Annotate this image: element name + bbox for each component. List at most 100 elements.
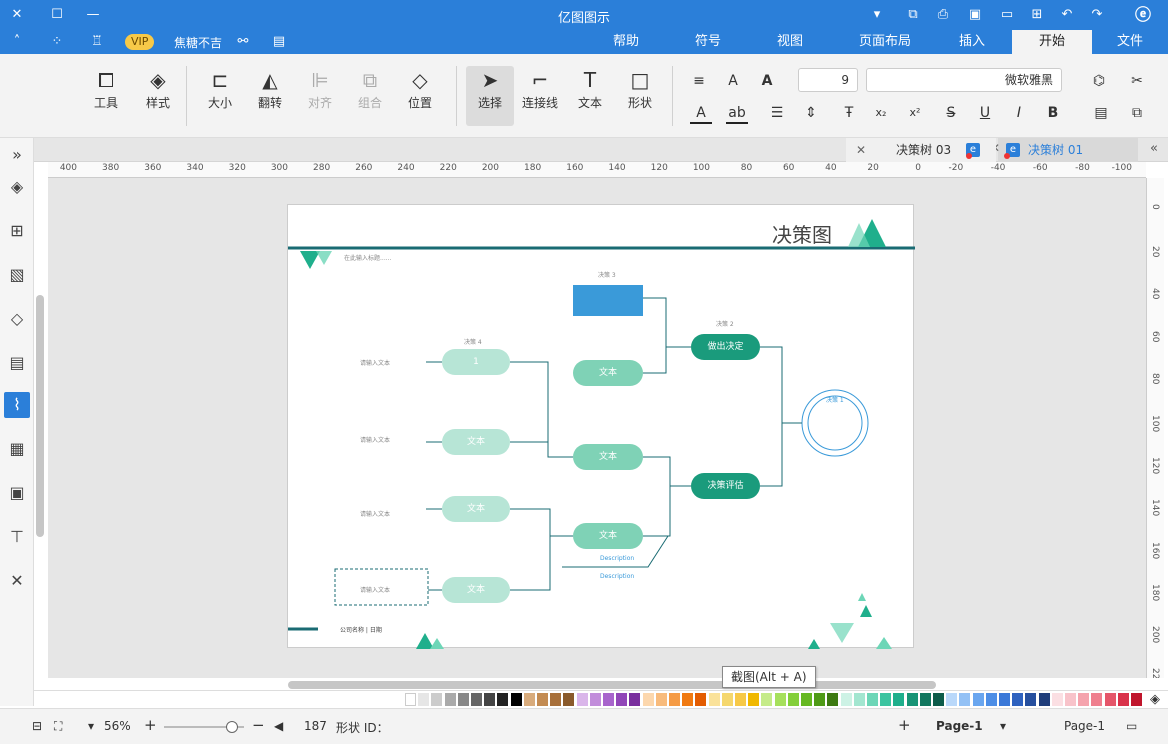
color-swatch[interactable] — [867, 693, 878, 706]
color-swatch[interactable] — [655, 693, 667, 706]
color-swatch[interactable] — [589, 693, 601, 706]
undo-icon[interactable]: ↶ — [1058, 6, 1076, 24]
strikethrough-icon[interactable]: S̶ — [940, 102, 962, 124]
text-node[interactable]: 文本 — [442, 577, 510, 603]
evaluation-node[interactable]: 决策评估 — [691, 473, 760, 499]
color-swatch[interactable] — [1051, 693, 1063, 706]
tab-file[interactable]: 文件 — [1092, 30, 1168, 54]
text-node[interactable]: 文本 — [573, 360, 643, 386]
font-color-icon[interactable]: A — [690, 102, 712, 124]
fill-bucket-icon[interactable]: ◈ — [1150, 692, 1160, 707]
diagram-page[interactable]: 决策图 在此输入标题...... 公司名称 | 日期 决策 1 决策 2 决策 … — [287, 204, 915, 649]
color-swatch[interactable] — [919, 693, 931, 706]
diagram-subtitle[interactable]: 在此输入标题...... — [344, 253, 391, 262]
color-swatch[interactable] — [827, 693, 839, 706]
color-swatch[interactable] — [695, 693, 707, 706]
redo-icon[interactable]: ↷ — [1088, 6, 1106, 24]
style-button[interactable]: ◈ 样式 — [136, 66, 180, 126]
image-icon[interactable]: ▧ — [4, 262, 30, 288]
zoom-out-icon[interactable]: − — [252, 716, 265, 734]
tools-button[interactable]: ⧠ 工具 — [84, 66, 128, 126]
color-swatch[interactable] — [682, 693, 694, 706]
color-swatch[interactable] — [735, 693, 746, 706]
save-icon[interactable]: ▣ — [966, 6, 984, 24]
color-swatch[interactable] — [748, 693, 760, 706]
vertical-scrollbar[interactable] — [36, 295, 44, 537]
minimize-icon[interactable]: — — [84, 6, 102, 24]
color-swatch[interactable] — [444, 693, 456, 706]
color-swatch[interactable] — [721, 693, 733, 706]
underline-icon[interactable]: U — [974, 102, 996, 124]
color-swatch[interactable] — [471, 693, 482, 706]
apps-icon[interactable]: ⁘ — [48, 33, 66, 51]
color-swatch[interactable] — [840, 693, 852, 706]
group-button[interactable]: ⧉ 组合 — [348, 66, 392, 126]
diagram-footer[interactable]: 公司名称 | 日期 — [340, 625, 382, 634]
placeholder-text[interactable]: 请输入文本 — [360, 509, 390, 518]
decrease-font-icon[interactable]: A — [722, 70, 744, 92]
color-swatch[interactable] — [761, 693, 773, 706]
shape-button[interactable]: □ 形状 — [618, 66, 662, 126]
placeholder-text[interactable]: 请输入文本 — [360, 435, 390, 444]
color-swatch[interactable] — [497, 693, 509, 706]
shirt-icon[interactable]: ♖ — [88, 33, 106, 51]
placeholder-text[interactable]: 请输入文本 — [360, 358, 390, 367]
highlight-icon[interactable]: ab — [726, 102, 748, 124]
comment-icon[interactable]: ▤ — [270, 33, 288, 51]
color-swatch[interactable] — [906, 693, 918, 706]
vip-badge[interactable]: VIP — [125, 34, 155, 50]
superscript-icon[interactable]: x² — [904, 102, 926, 124]
color-swatch[interactable] — [576, 693, 588, 706]
play-icon[interactable]: ◀ — [274, 719, 283, 733]
color-swatch[interactable] — [787, 693, 799, 706]
layout-icon[interactable]: ▣ — [4, 480, 30, 506]
paragraph-icon[interactable]: ≡ — [688, 70, 710, 92]
size-button[interactable]: ⊏ 大小 — [198, 66, 242, 126]
chevron-down-icon[interactable]: ▾ — [88, 719, 94, 733]
doc-tab-active[interactable]: e 决策树 01 — [998, 138, 1138, 162]
color-swatch[interactable] — [1038, 693, 1050, 706]
tab-page-layout[interactable]: 页面布局 — [838, 30, 932, 54]
page-selector[interactable]: Page-1 — [1064, 719, 1105, 733]
table-icon[interactable]: ▦ — [4, 436, 30, 462]
color-swatch[interactable] — [774, 693, 786, 706]
align-button[interactable]: ⊫ 对齐 — [298, 66, 342, 126]
color-swatch[interactable] — [1104, 693, 1116, 706]
collapse-tabs-icon[interactable]: « — [1150, 141, 1158, 156]
color-swatch[interactable] — [1078, 693, 1090, 706]
font-size-select[interactable]: 9 — [798, 68, 858, 92]
format-painter-icon[interactable]: ⌬ — [1088, 70, 1110, 92]
color-swatch[interactable] — [431, 693, 443, 706]
page-view-icon[interactable]: ▭ — [1126, 719, 1137, 733]
share-icon[interactable]: ⚯ — [234, 33, 252, 51]
color-swatch[interactable] — [1091, 693, 1103, 706]
color-swatch[interactable] — [880, 693, 892, 706]
color-swatch[interactable] — [933, 693, 944, 706]
open-icon[interactable]: ▭ — [998, 6, 1016, 24]
color-swatch[interactable] — [708, 693, 720, 706]
select-button[interactable]: ➤ 选择 — [466, 66, 514, 126]
horizontal-scrollbar[interactable] — [288, 681, 936, 689]
color-swatch[interactable] — [603, 693, 614, 706]
color-swatch[interactable] — [1065, 693, 1076, 706]
decision4-label[interactable]: 决策 4 — [464, 337, 482, 346]
color-swatch[interactable] — [669, 693, 680, 706]
color-swatch[interactable] — [985, 693, 997, 706]
color-swatch[interactable] — [405, 693, 416, 706]
color-swatch[interactable] — [537, 693, 548, 706]
shuffle-icon[interactable]: ✕ — [4, 568, 30, 594]
close-tab-icon[interactable]: ✕ — [856, 138, 866, 162]
color-swatch[interactable] — [457, 693, 469, 706]
zoom-in-icon[interactable]: + — [144, 716, 157, 734]
color-swatch[interactable] — [1012, 693, 1024, 706]
fullscreen-icon[interactable]: ⛶ — [54, 719, 62, 734]
connector-button[interactable]: ⌐ 连接线 — [518, 66, 562, 126]
new-icon[interactable]: ⊞ — [1028, 6, 1046, 24]
color-swatch[interactable] — [814, 693, 826, 706]
text-node[interactable]: 文本 — [573, 523, 643, 549]
color-swatch[interactable] — [510, 693, 522, 706]
chart-icon[interactable]: ⌇ — [4, 392, 30, 418]
line-spacing-icon[interactable]: ⇕ — [800, 102, 822, 124]
color-swatch[interactable] — [629, 693, 641, 706]
text-node[interactable]: 文本 — [442, 496, 510, 522]
